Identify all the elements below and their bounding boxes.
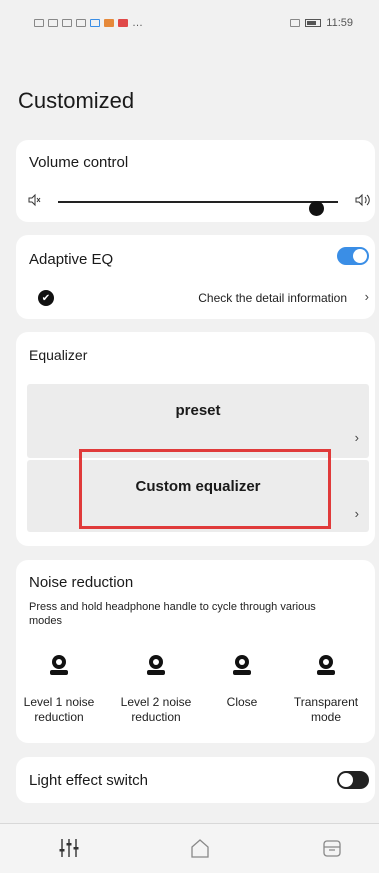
status-bar: … 11:59 [0,0,379,46]
chevron-right-icon: › [354,506,359,521]
device-icon[interactable] [320,836,344,860]
preset-label: preset [175,402,221,419]
battery-icon [305,19,322,27]
toggle-knob [353,249,367,263]
wifi-icon [62,19,72,27]
nr-mode-level2[interactable]: Level 2 noise reduction [113,655,199,725]
chevron-right-icon: › [354,430,359,445]
app-icon [104,19,114,27]
app-icon [118,19,128,27]
sim-icon [34,19,44,27]
light-effect-title: Light effect switch [29,772,148,789]
light-effect-toggle[interactable] [337,771,369,789]
toggle-knob [339,773,353,787]
volume-card: Volume control [16,140,375,222]
volume-title: Volume control [29,154,129,171]
volume-slider-fill [58,201,316,203]
speaker-icon[interactable] [355,193,371,210]
notification-icon [76,19,86,27]
signal-icon [48,19,58,27]
equalizer-icon[interactable] [57,836,81,860]
nr-mode-label: Level 1 noise reduction [23,695,95,724]
bluetooth-icon [290,19,301,27]
adaptive-eq-card: Adaptive EQ ✔ Check the detail informati… [16,235,375,319]
nr-mode-level1[interactable]: Level 1 noise reduction [16,655,102,725]
headset-icon [146,655,166,677]
status-icons-left: … [34,17,143,29]
headset-icon [232,655,252,677]
nr-mode-transparent[interactable]: Transparent mode [283,655,369,725]
noise-reduction-card: Noise reduction Press and hold headphone… [16,560,375,743]
detail-info-link[interactable]: Check the detail information [198,291,347,305]
nr-mode-close[interactable]: Close [199,655,285,710]
equalizer-title: Equalizer [29,347,88,363]
check-icon: ✔ [38,290,54,306]
status-icons-right: 11:59 [290,17,353,29]
adaptive-eq-title: Adaptive EQ [29,251,114,268]
noise-reduction-description: Press and hold headphone handle to cycle… [29,601,316,627]
nr-mode-label: Transparent mode [293,695,359,724]
light-effect-card: Light effect switch [16,757,375,803]
app-icon [90,19,100,27]
nr-mode-label: Level 2 noise reduction [120,695,192,724]
volume-slider-thumb[interactable] [308,201,324,216]
equalizer-card: Equalizer preset › Custom equalizer › [16,332,375,546]
noise-reduction-title: Noise reduction [29,574,134,591]
volume-slider[interactable] [58,201,338,216]
custom-equalizer-label: Custom equalizer [135,478,261,495]
adaptive-eq-toggle[interactable] [337,247,369,265]
clock: 11:59 [326,17,353,29]
more-notifications: … [132,17,143,29]
nr-mode-label: Close [226,695,258,709]
mute-icon[interactable] [28,193,42,210]
headset-icon [49,655,69,677]
bottom-navigation [0,823,379,873]
home-icon[interactable] [188,836,212,860]
volume-row [28,193,371,216]
preset-option[interactable]: preset › [27,384,369,458]
page-title: Customized [18,88,135,113]
custom-equalizer-option[interactable]: Custom equalizer › [27,460,369,532]
chevron-right-icon[interactable]: › [365,289,369,304]
headset-icon [316,655,336,677]
